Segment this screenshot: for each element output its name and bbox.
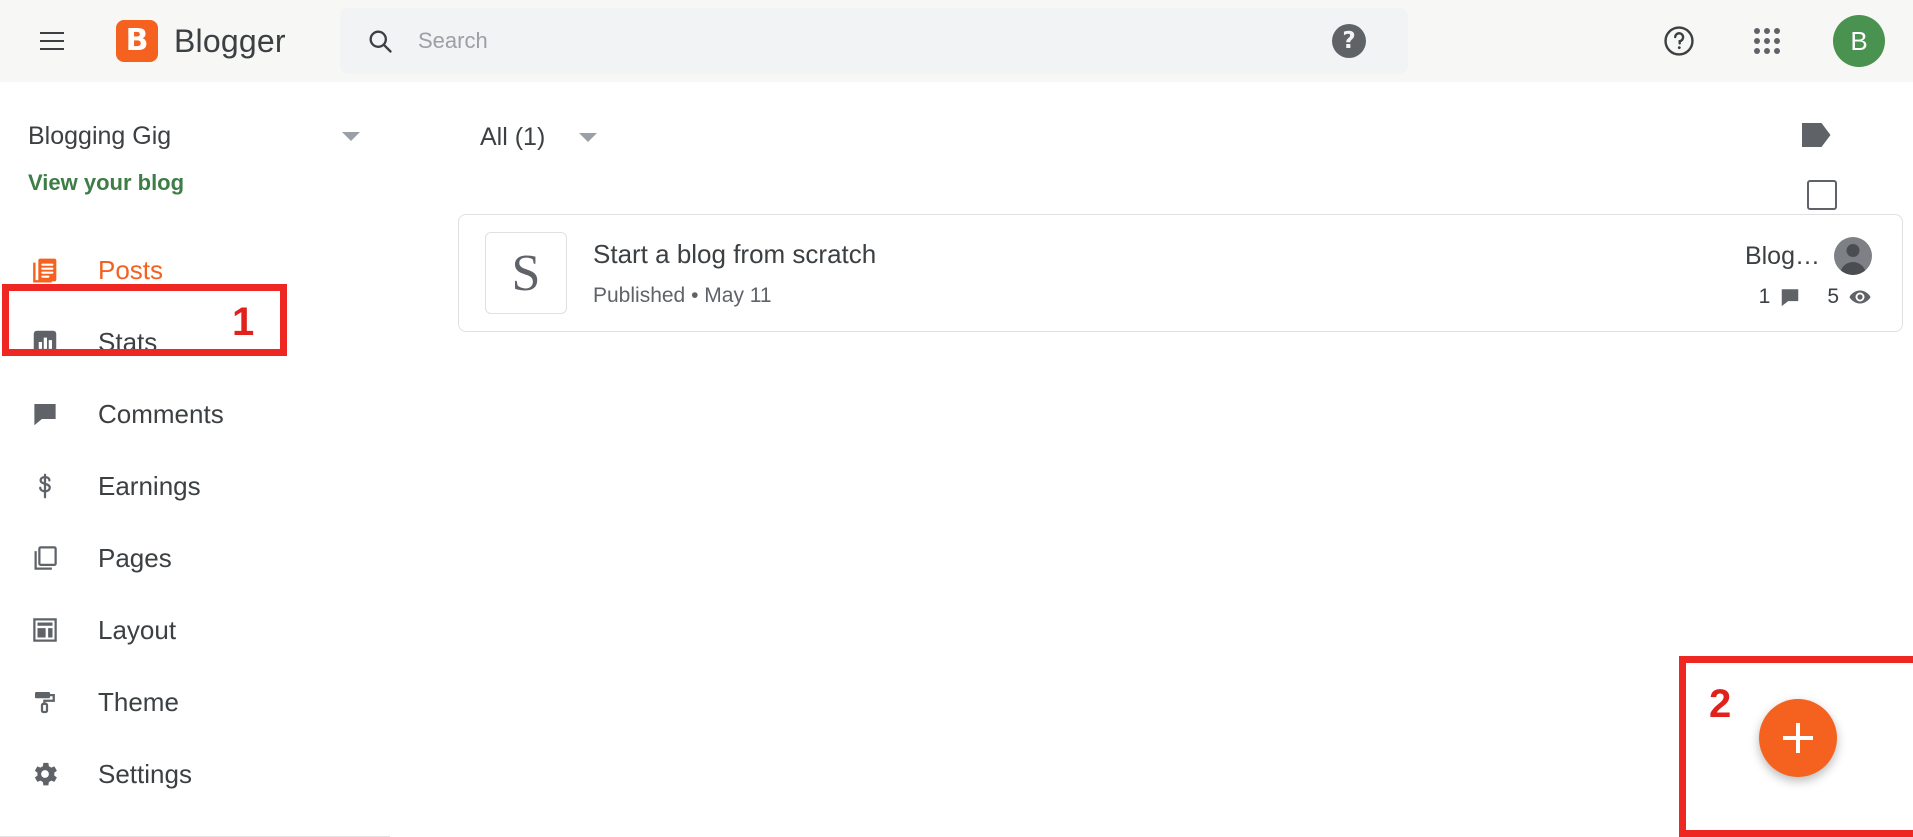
posts-icon [28,253,62,287]
help-circle-outline-icon [1664,26,1694,56]
comment-icon [1782,289,1799,307]
search-input[interactable] [418,28,1332,54]
sidebar-item-label: Posts [98,254,164,285]
post-thumbnail-letter: S [511,244,541,302]
post-views-count: 5 [1827,285,1839,308]
app-header: B Blogger ? B [0,0,1913,82]
post-meta: Published • May 11 [593,284,1745,308]
sidebar-item-label: Theme [98,686,179,717]
sidebar-item-theme[interactable]: Theme [0,666,390,738]
blogger-logo-icon: B [116,20,158,62]
sidebar-item-label: Earnings [98,470,201,501]
comments-icon [28,397,62,431]
post-comment-count: 1 [1758,285,1771,308]
post-row-right: Blog… 1 5 [1745,237,1872,309]
theme-icon [28,685,62,719]
annotation-number-1: 1 [232,300,255,344]
blog-selector[interactable]: Blogging Gig [0,110,390,162]
avatar-letter: B [1850,25,1868,56]
search-help-glyph: ? [1342,27,1356,54]
chevron-down-icon [579,132,598,142]
blogger-logo-letter: B [125,23,149,58]
select-all-wrapper [1807,180,1837,210]
post-title: Start a blog from scratch [593,239,877,270]
sidebar: Blogging Gig View your blog Posts Stats … [0,82,390,837]
settings-icon [28,757,62,791]
post-views-stat: 5 [1827,285,1872,309]
sidebar-item-label: Settings [98,758,192,789]
brand[interactable]: B Blogger [116,20,286,62]
pages-icon [28,541,62,575]
post-list: S Start a blog from scratch Published • … [390,214,1913,332]
brand-name: Blogger [174,22,286,59]
header-actions: B [1657,0,1885,82]
post-author-label: Blog… [1744,241,1820,270]
select-all-checkbox[interactable] [1807,180,1837,210]
post-row[interactable]: S Start a blog from scratch Published • … [458,214,1903,332]
hamburger-menu-icon[interactable] [40,32,64,50]
post-thumbnail: S [485,232,567,314]
earnings-icon [28,469,62,503]
post-meta-separator: • [691,283,699,307]
post-filter-label: All (1) [480,122,546,151]
eye-icon [1849,290,1871,304]
account-avatar[interactable]: B [1833,15,1885,67]
post-filter-dropdown[interactable]: All (1) [480,122,598,152]
view-your-blog-link[interactable]: View your blog [28,170,390,196]
sidebar-item-layout[interactable]: Layout [0,594,390,666]
sidebar-item-settings[interactable]: Settings [0,738,390,810]
sidebar-item-comments[interactable]: Comments [0,378,390,450]
post-author: Blog… [1745,237,1872,275]
blog-title: Blogging Gig [28,121,172,150]
apps-button[interactable] [1745,19,1789,63]
layout-icon [28,613,62,647]
post-stats: 1 5 [1759,285,1872,309]
chevron-down-icon [342,131,360,141]
help-button[interactable] [1657,19,1701,63]
sidebar-item-label: Comments [98,398,224,429]
apps-grid-icon [1754,28,1780,54]
post-comment-stat: 1 [1759,285,1802,309]
tag-label-icon[interactable] [1799,120,1835,150]
post-date: May 11 [704,283,772,307]
sidebar-item-label: Layout [98,614,177,645]
post-status: Published [593,283,686,307]
search-bar[interactable]: ? [340,8,1408,74]
search-icon [369,30,392,53]
annotation-number-2: 2 [1709,682,1732,726]
search-help-icon[interactable]: ? [1332,24,1366,58]
sidebar-item-label: Pages [98,542,172,573]
post-text: Start a blog from scratch Published • Ma… [593,238,1745,308]
person-avatar-icon [1834,237,1872,275]
posts-toolbar: All (1) [390,82,1913,210]
sidebar-item-earnings[interactable]: Earnings [0,450,390,522]
sidebar-item-pages[interactable]: Pages [0,522,390,594]
